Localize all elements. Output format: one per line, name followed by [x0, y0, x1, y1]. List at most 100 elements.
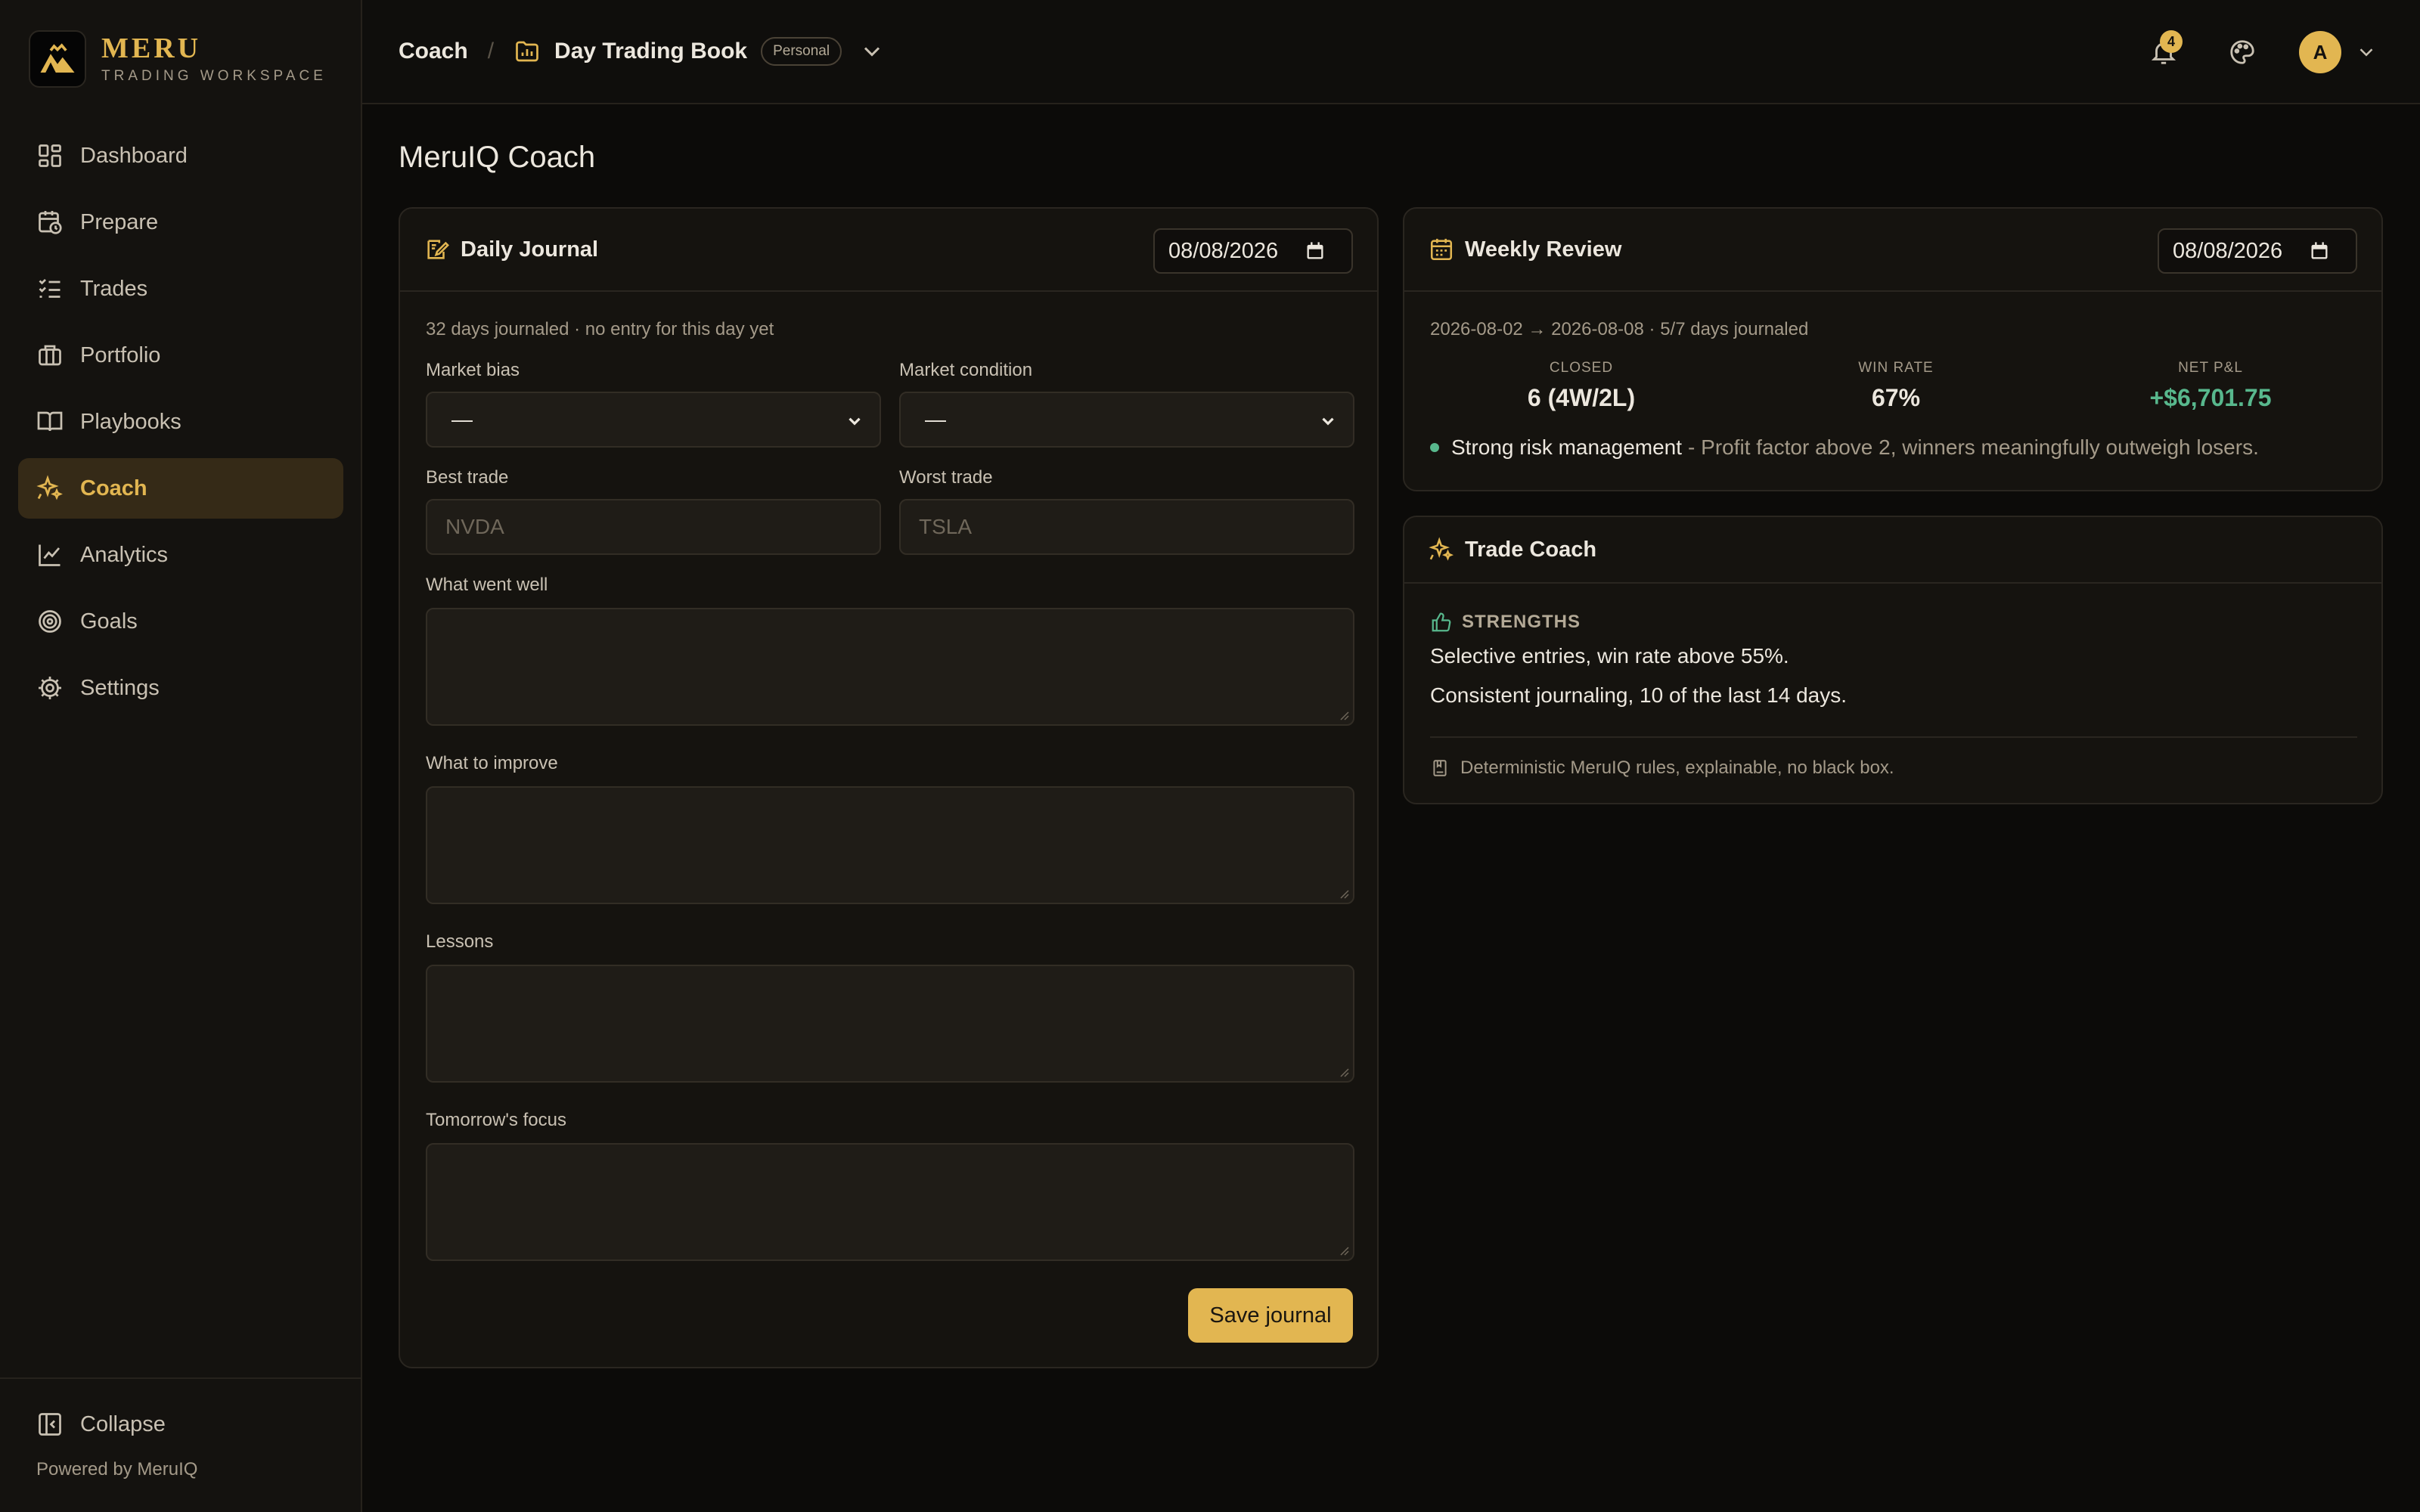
- input-placeholder: NVDA: [445, 515, 504, 538]
- resize-grip-icon[interactable]: [1338, 1066, 1350, 1078]
- stat-value: 6 (4W/2L): [1527, 384, 1636, 411]
- resize-grip-icon[interactable]: [1338, 1244, 1350, 1256]
- lessons-textarea[interactable]: [426, 965, 1354, 1083]
- strengths-label: STRENGTHS: [1462, 612, 1581, 632]
- sidebar-item-settings[interactable]: Settings: [18, 658, 343, 718]
- notification-count-badge: 4: [2160, 30, 2183, 53]
- target-icon: [39, 610, 61, 633]
- sidebar-item-label: Analytics: [80, 542, 169, 567]
- mountain-logo-icon: [29, 30, 86, 88]
- strengths-header: STRENGTHS: [1430, 611, 1581, 634]
- select-value: —: [925, 407, 946, 431]
- sidebar-item-label: Coach: [80, 476, 147, 500]
- sidebar-item-label: Portfolio: [80, 342, 161, 367]
- improve-textarea[interactable]: [426, 786, 1354, 904]
- sidebar-item-label: Trades: [80, 276, 148, 301]
- weekly-date-input[interactable]: 08/08/2026: [2158, 228, 2357, 274]
- folder-chart-icon: [516, 41, 538, 62]
- tomorrow-focus-textarea[interactable]: [426, 1143, 1354, 1261]
- card-title: Daily Journal: [461, 237, 599, 262]
- input-placeholder: TSLA: [919, 515, 973, 538]
- gear-icon: [39, 677, 61, 699]
- date-value: 08/08/2026: [1168, 238, 1279, 263]
- card-header: Trade Coach: [1404, 517, 2381, 584]
- sidebar-item-goals[interactable]: Goals: [18, 591, 343, 652]
- resize-grip-icon[interactable]: [1338, 709, 1350, 721]
- sidebar-item-dashboard[interactable]: Dashboard: [18, 125, 343, 186]
- card-title: Trade Coach: [1465, 537, 1597, 562]
- best-trade-label: Best trade: [426, 467, 509, 488]
- weekly-insight: Strong risk management - Profit factor a…: [1430, 435, 2259, 460]
- brand-name: MERU: [101, 33, 202, 64]
- stat-value: 67%: [1871, 384, 1921, 411]
- coach-note-text: Deterministic MeruIQ rules, explainable,…: [1460, 758, 1894, 778]
- sidebar-item-analytics[interactable]: Analytics: [18, 525, 343, 585]
- collapse-button[interactable]: Collapse: [0, 1394, 361, 1455]
- briefcase-icon: [39, 345, 61, 366]
- daily-journal-card: Daily Journal 08/08/2026 32 days journal…: [399, 207, 1379, 1368]
- line-chart-icon: [39, 544, 60, 566]
- card-title: Weekly Review: [1465, 237, 1622, 262]
- sparkles-icon: [36, 475, 63, 500]
- chevron-down-icon[interactable]: [2355, 41, 2378, 64]
- resize-grip-icon[interactable]: [1338, 888, 1350, 900]
- brand-subtitle: TRADING WORKSPACE: [101, 68, 327, 84]
- sidebar-item-label: Settings: [80, 675, 160, 700]
- weekly-meta: 2026-08-02 → 2026-08-08 · 5/7 days journ…: [1430, 319, 1809, 339]
- stat-win-rate: WIN RATE 67%: [1782, 360, 2009, 412]
- sidebar-item-prepare[interactable]: Prepare: [18, 192, 343, 253]
- calendar-clock-icon: [39, 211, 62, 234]
- sidebar-item-label: Playbooks: [80, 409, 182, 434]
- went-well-label: What went well: [426, 575, 548, 595]
- trade-coach-card: Trade Coach STRENGTHS Selective entries,…: [1403, 516, 2383, 804]
- panel-collapse-icon: [39, 1413, 61, 1436]
- sidebar-item-label: Dashboard: [80, 143, 188, 168]
- calendar-icon[interactable]: [1305, 240, 1326, 262]
- dashboard-icon: [39, 144, 61, 167]
- insight-text: - Profit factor above 2, winners meaning…: [1688, 435, 2259, 459]
- powered-by: Powered by MeruIQ: [36, 1459, 198, 1479]
- brand[interactable]: MERU TRADING WORKSPACE: [29, 30, 327, 88]
- sidebar-footer: Collapse Powered by MeruIQ: [0, 1377, 361, 1480]
- notifications-button[interactable]: 4: [2139, 27, 2189, 77]
- save-journal-button[interactable]: Save journal: [1188, 1288, 1353, 1343]
- sidebar-item-trades[interactable]: Trades: [18, 259, 343, 319]
- stat-net-pnl: NET P&L +$6,701.75: [2097, 360, 2324, 412]
- lessons-label: Lessons: [426, 931, 494, 952]
- improve-label: What to improve: [426, 753, 558, 773]
- sidebar-item-label: Prepare: [80, 209, 159, 234]
- thumbs-up-icon: [1432, 612, 1451, 632]
- journal-date-input[interactable]: 08/08/2026: [1153, 228, 1353, 274]
- market-bias-select[interactable]: —: [426, 392, 881, 448]
- tomorrow-focus-label: Tomorrow's focus: [426, 1110, 566, 1130]
- sidebar-item-portfolio[interactable]: Portfolio: [18, 325, 343, 386]
- header-actions: 4 A: [2139, 27, 2378, 77]
- book-type-badge: Personal: [761, 37, 842, 66]
- worst-trade-input[interactable]: TSLA: [899, 499, 1354, 555]
- market-condition-select[interactable]: —: [899, 392, 1354, 448]
- sidebar-item-playbooks[interactable]: Playbooks: [18, 392, 343, 452]
- chevron-down-icon: [1322, 417, 1334, 426]
- strength-item: Selective entries, win rate above 55%.: [1430, 644, 1789, 668]
- palette-icon: [2230, 40, 2254, 64]
- book-switcher[interactable]: Day Trading Book Personal: [513, 37, 899, 66]
- theme-button[interactable]: [2217, 27, 2267, 77]
- weekly-review-card: Weekly Review 08/08/2026 2026-08-02 → 20…: [1403, 207, 2383, 491]
- calendar-icon[interactable]: [2309, 240, 2330, 262]
- insight-title: Strong risk management: [1451, 435, 1683, 459]
- strength-item: Consistent journaling, 10 of the last 14…: [1430, 683, 1848, 707]
- best-trade-input[interactable]: NVDA: [426, 499, 881, 555]
- sidebar-item-coach[interactable]: Coach: [18, 458, 343, 519]
- sparkles-icon: [1429, 537, 1454, 561]
- went-well-textarea[interactable]: [426, 608, 1354, 726]
- stat-label: CLOSED: [1549, 360, 1614, 376]
- breadcrumb-current[interactable]: Coach: [399, 39, 468, 64]
- sidebar-nav: Dashboard Prepare Trades Portfolio Playb…: [18, 125, 343, 724]
- sidebar-item-label: Goals: [80, 609, 138, 634]
- card-header: Weekly Review 08/08/2026: [1404, 209, 2381, 292]
- stat-value: +$6,701.75: [2149, 384, 2272, 411]
- avatar[interactable]: A: [2299, 31, 2341, 73]
- calendar-icon: [1430, 238, 1453, 261]
- stat-closed: CLOSED 6 (4W/2L): [1468, 360, 1695, 412]
- divider: [1430, 736, 2357, 738]
